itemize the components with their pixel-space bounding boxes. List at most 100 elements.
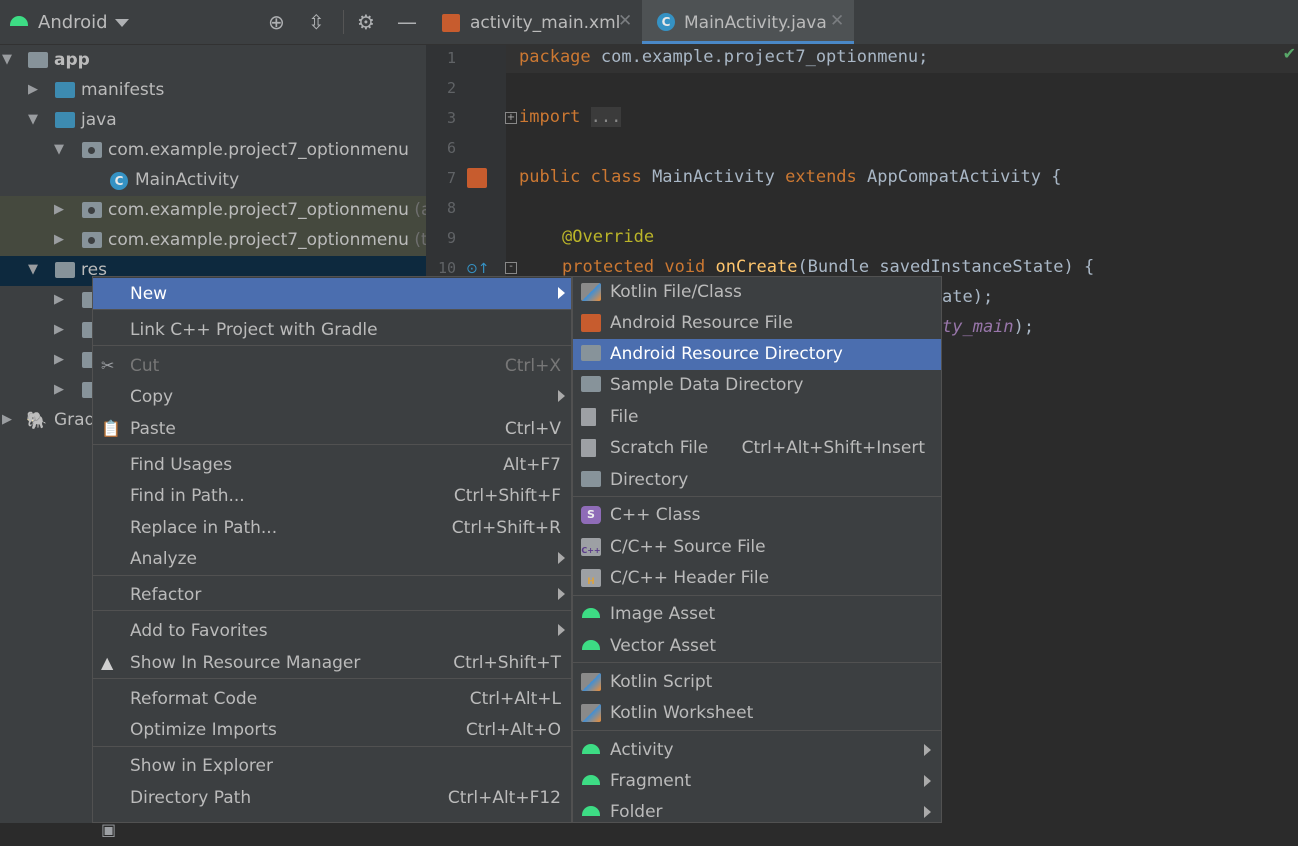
code-line-3[interactable]: import ... — [519, 107, 622, 127]
fold-collapse-icon[interactable]: - — [505, 262, 517, 274]
submenu-item-activity[interactable]: Activity — [573, 735, 941, 766]
fold-expand-icon[interactable]: + — [505, 112, 517, 124]
menu-item-find-in-path[interactable]: Find in Path... Ctrl+Shift+F — [93, 480, 571, 512]
collapsed-arrow-icon[interactable]: ▶ — [54, 322, 64, 337]
menu-item-show-in-explorer[interactable]: Show in Explorer — [93, 750, 571, 782]
separator — [93, 575, 571, 576]
tab-label: MainActivity.java — [684, 13, 827, 33]
tab-mainactivity-java[interactable]: C MainActivity.java ✕ — [642, 0, 854, 44]
code-line-11[interactable]: ate); — [942, 287, 993, 307]
collapsed-arrow-icon[interactable]: ▶ — [54, 202, 64, 217]
gear-icon[interactable]: ⚙ — [357, 10, 375, 34]
tab-activity-main-xml[interactable]: activity_main.xml ✕ — [426, 0, 640, 44]
separator — [93, 345, 571, 346]
tree-item-mainactivity[interactable]: C MainActivity — [0, 166, 426, 196]
folder-icon — [581, 345, 601, 361]
tree-item-package-androidtest[interactable]: ▶ com.example.project7_optionmenu (an — [0, 196, 426, 226]
code-token: protected void — [562, 257, 706, 277]
menu-item-cut[interactable]: ✂ Cut Ctrl+X — [93, 350, 571, 382]
menu-item-show-in-resource-manager[interactable]: ▲ Show In Resource Manager Ctrl+Shift+T — [93, 647, 571, 679]
code-line-7[interactable]: public class MainActivity extends AppCom… — [519, 167, 1061, 187]
tree-item-app[interactable]: ▼ app — [0, 46, 426, 76]
menu-item-find-usages[interactable]: Find Usages Alt+F7 — [93, 449, 571, 481]
submenu-item-scratch-file[interactable]: Scratch File Ctrl+Alt+Shift+Insert — [573, 433, 941, 464]
chevron-down-icon[interactable] — [115, 19, 129, 27]
submenu-item-label: Scratch File — [610, 438, 709, 458]
code-line-12[interactable]: ty_main); — [942, 317, 1034, 337]
tree-item-java[interactable]: ▼ java — [0, 106, 426, 136]
menu-item-refactor[interactable]: Refactor — [93, 579, 571, 611]
submenu-item-android-resource-file[interactable]: Android Resource File — [573, 308, 941, 339]
tree-item-label: MainActivity — [135, 170, 240, 190]
tree-item-package[interactable]: ▼ com.example.project7_optionmenu — [0, 136, 426, 166]
tree-item-package-test[interactable]: ▶ com.example.project7_optionmenu (tes — [0, 226, 426, 256]
submenu-item-kotlin-worksheet[interactable]: Kotlin Worksheet — [573, 698, 941, 729]
layout-link-icon[interactable] — [467, 168, 487, 188]
collapsed-arrow-icon[interactable]: ▶ — [28, 82, 38, 97]
menu-item-analyze[interactable]: Analyze — [93, 543, 571, 575]
collapsed-arrow-icon[interactable]: ▶ — [54, 382, 64, 397]
submenu-item-file[interactable]: File — [573, 402, 941, 433]
collapsed-arrow-icon[interactable]: ▶ — [54, 232, 64, 247]
code-line-10[interactable]: protected void onCreate(Bundle savedInst… — [562, 257, 1094, 277]
header-file-icon: H — [581, 569, 601, 587]
submenu-item-cpp-header-file[interactable]: H C/C++ Header File — [573, 563, 941, 594]
submenu-item-cpp-class[interactable]: S C++ Class — [573, 500, 941, 531]
close-icon[interactable]: ✕ — [830, 11, 844, 31]
menu-item-label: Find Usages — [130, 455, 233, 475]
menu-item-copy[interactable]: Copy — [93, 381, 571, 413]
collapsed-arrow-icon[interactable]: ▶ — [54, 292, 64, 307]
submenu-item-label: C/C++ Header File — [610, 568, 770, 588]
menu-item-new[interactable]: New — [93, 278, 571, 310]
code-token: ty_main — [942, 317, 1014, 337]
code-token: (Bundle savedInstanceState) { — [797, 257, 1095, 277]
submenu-arrow-icon — [558, 552, 565, 564]
collapse-all-icon[interactable]: ⇳ — [308, 10, 325, 34]
line-number: 10 — [437, 259, 456, 277]
submenu-item-folder[interactable]: Folder — [573, 797, 941, 828]
override-icon[interactable]: ⊙↑ — [466, 261, 489, 277]
expanded-arrow-icon[interactable]: ▼ — [54, 142, 64, 157]
submenu-item-kotlin-file[interactable]: Kotlin File/Class — [573, 277, 941, 308]
code-line-9[interactable]: @Override — [562, 227, 654, 247]
minimize-icon[interactable]: — — [397, 10, 417, 34]
menu-item-replace-in-path[interactable]: Replace in Path... Ctrl+Shift+R — [93, 512, 571, 544]
menu-item-label: New — [130, 284, 168, 304]
folded-imports[interactable]: ... — [590, 107, 622, 127]
collapsed-arrow-icon[interactable]: ▶ — [54, 352, 64, 367]
tree-item-manifests[interactable]: ▶ manifests — [0, 76, 426, 106]
submenu-item-fragment[interactable]: Fragment — [573, 766, 941, 797]
submenu-item-directory[interactable]: Directory — [573, 465, 941, 496]
class-icon: C — [657, 13, 675, 31]
menu-item-add-to-favorites[interactable]: Add to Favorites — [93, 615, 571, 647]
expanded-arrow-icon[interactable]: ▼ — [28, 112, 38, 127]
kotlin-worksheet-icon — [581, 704, 601, 722]
menu-item-shortcut: Ctrl+Shift+T — [453, 653, 561, 673]
menu-item-directory-path[interactable]: Directory Path Ctrl+Alt+F12 — [93, 782, 571, 814]
expanded-arrow-icon[interactable]: ▼ — [28, 262, 38, 277]
menu-item-reformat-code[interactable]: Reformat Code Ctrl+Alt+L — [93, 683, 571, 715]
submenu-item-cpp-source-file[interactable]: C++ C/C++ Source File — [573, 532, 941, 563]
expanded-arrow-icon[interactable]: ▼ — [2, 52, 12, 67]
submenu-item-kotlin-script[interactable]: Kotlin Script — [573, 667, 941, 698]
menu-item-link-cpp[interactable]: Link C++ Project with Gradle — [93, 314, 571, 346]
line-number: 6 — [446, 139, 456, 157]
submenu-item-android-resource-directory[interactable]: Android Resource Directory — [573, 339, 941, 370]
submenu-item-vector-asset[interactable]: Vector Asset — [573, 631, 941, 662]
project-view-selector[interactable]: Android — [38, 12, 108, 33]
collapsed-arrow-icon[interactable]: ▶ — [2, 412, 12, 427]
menu-item-label: Reformat Code — [130, 689, 258, 709]
submenu-item-image-asset[interactable]: Image Asset — [573, 599, 941, 630]
code-line-1[interactable]: package com.example.project7_optionmenu; — [519, 47, 928, 67]
menu-item-optimize-imports[interactable]: Optimize Imports Ctrl+Alt+O — [93, 714, 571, 746]
code-token: @Override — [562, 227, 655, 247]
code-token: MainActivity — [641, 167, 786, 187]
submenu-item-label: Activity — [610, 740, 674, 760]
line-number: 3 — [446, 109, 456, 127]
close-icon[interactable]: ✕ — [618, 11, 632, 31]
submenu-item-label: Fragment — [610, 771, 692, 791]
locate-icon[interactable]: ⊕ — [268, 10, 285, 34]
menu-item-terminal-partial[interactable]: ▣ — [93, 814, 571, 846]
submenu-item-sample-data-directory[interactable]: Sample Data Directory — [573, 370, 941, 401]
menu-item-paste[interactable]: 📋 Paste Ctrl+V — [93, 413, 571, 445]
